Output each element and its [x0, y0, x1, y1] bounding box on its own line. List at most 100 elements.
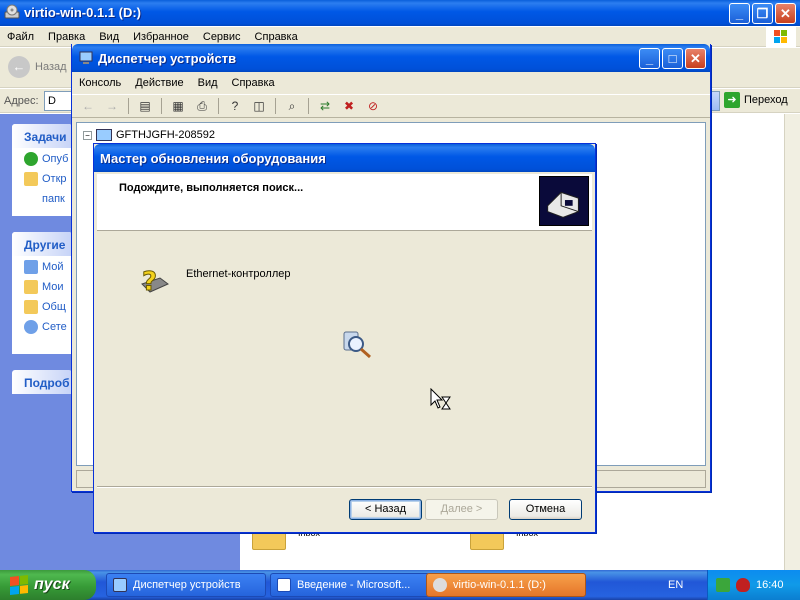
collapse-toggle-icon[interactable]: −: [83, 130, 92, 140]
back-label: Назад: [35, 61, 67, 73]
explorer-title: virtio-win-0.1.1 (D:): [24, 5, 142, 20]
wizard-header: Подождите, выполняется поиск...: [97, 174, 592, 231]
taskbar-device-manager[interactable]: Диспетчер устройств: [106, 573, 266, 597]
task-item-my-documents[interactable]: Мои: [12, 276, 72, 296]
menu-edit[interactable]: Правка: [41, 31, 92, 43]
menu-help[interactable]: Справка: [225, 77, 282, 89]
task-group-title[interactable]: Задачи: [12, 124, 72, 148]
menu-favorites[interactable]: Избранное: [126, 31, 196, 43]
task-item-publish[interactable]: Опуб: [12, 148, 72, 168]
wizard-cancel-button[interactable]: Отмена: [509, 499, 582, 520]
device-manager-icon: [113, 578, 127, 592]
wizard-divider: [97, 486, 592, 488]
minimize-button[interactable]: _: [729, 3, 750, 24]
taskbar-browser[interactable]: Введение - Microsoft...: [270, 573, 430, 597]
taskbar: пуск Диспетчер устройств Введение - Micr…: [0, 570, 800, 600]
document-icon: [277, 578, 291, 592]
task-group-title[interactable]: Другие: [12, 232, 72, 256]
devmgr-toolbar: ← → ▤ ▦ ⎙ ? ◫ ⌕ ⇄ ✖ ⊘: [72, 94, 710, 118]
maximize-button[interactable]: ❐: [752, 3, 773, 24]
devmgr-titlebar[interactable]: Диспетчер устройств _ □ ✕: [72, 44, 710, 72]
task-item-network[interactable]: Сете: [12, 316, 72, 336]
back-button[interactable]: ← Назад: [8, 56, 67, 78]
toolbar-separator: [308, 98, 309, 114]
toolbar-separator: [275, 98, 276, 114]
address-label: Адрес:: [4, 95, 39, 107]
tree-root-item[interactable]: − GFTHJGFH-208592: [83, 129, 215, 141]
network-tray-icon[interactable]: [716, 578, 730, 592]
uninstall-device-icon[interactable]: ⊘: [363, 97, 383, 115]
hardware-wizard-logo-icon: [539, 176, 589, 226]
disable-device-icon[interactable]: ✖: [339, 97, 359, 115]
print-icon[interactable]: ⎙: [192, 97, 212, 115]
go-label: Переход: [744, 94, 788, 106]
network-icon: [24, 320, 38, 334]
task-group-title[interactable]: Подроб: [12, 370, 72, 394]
address-input[interactable]: D: [44, 91, 74, 111]
toolbar-separator: [128, 98, 129, 114]
back-arrow-icon: ←: [8, 56, 30, 78]
menu-console[interactable]: Консоль: [72, 77, 128, 89]
unknown-device-icon: ?: [141, 267, 169, 298]
scan-hardware-icon[interactable]: ⌕: [282, 97, 302, 115]
windows-logo-icon: [766, 27, 796, 47]
language-indicator[interactable]: EN: [668, 579, 683, 591]
hardware-update-wizard: Мастер обновления оборудования Подождите…: [93, 143, 596, 533]
documents-icon: [24, 280, 38, 294]
explorer-titlebar[interactable]: virtio-win-0.1.1 (D:) _ ❐ ✕: [0, 0, 800, 26]
start-button[interactable]: пуск: [0, 570, 96, 600]
back-arrow-icon[interactable]: ←: [78, 97, 98, 115]
globe-icon: [24, 152, 38, 166]
wizard-next-button[interactable]: Далее >: [425, 499, 498, 520]
cd-drive-icon: [433, 578, 447, 592]
toolbar-separator: [218, 98, 219, 114]
taskbar-explorer[interactable]: virtio-win-0.1.1 (D:): [426, 573, 586, 597]
wizard-title: Мастер обновления оборудования: [100, 151, 326, 166]
forward-arrow-icon[interactable]: →: [102, 97, 122, 115]
task-item-shared[interactable]: Общ: [12, 296, 72, 316]
update-driver-icon[interactable]: ⇄: [315, 97, 335, 115]
toolbar-separator: [161, 98, 162, 114]
menu-file[interactable]: Файл: [0, 31, 41, 43]
task-item-share-cont[interactable]: папк: [12, 188, 72, 208]
task-item-my-computer[interactable]: Мой: [12, 256, 72, 276]
folder-share-icon: [24, 172, 38, 186]
svg-text:?: ?: [142, 267, 157, 297]
minimize-button[interactable]: _: [639, 48, 660, 69]
device-manager-icon: [79, 51, 93, 64]
help-icon[interactable]: ?: [225, 97, 245, 115]
security-shield-icon[interactable]: [736, 578, 750, 592]
shared-folder-icon: [24, 300, 38, 314]
menu-help[interactable]: Справка: [248, 31, 305, 43]
computer-icon: [96, 129, 112, 141]
address-value: D: [48, 95, 56, 107]
start-label: пуск: [34, 576, 70, 593]
device-name: Ethernet-контроллер: [186, 268, 291, 280]
menu-tools[interactable]: Сервис: [196, 31, 248, 43]
menu-view[interactable]: Вид: [191, 77, 225, 89]
devmgr-title: Диспетчер устройств: [98, 51, 237, 66]
task-group-details: Подроб: [12, 370, 72, 394]
hourglass-cursor-icon: [430, 388, 451, 410]
wizard-back-button[interactable]: < Назад: [349, 499, 422, 520]
show-hide-tree-icon[interactable]: ▤: [135, 97, 155, 115]
maximize-button[interactable]: □: [662, 48, 683, 69]
wizard-titlebar[interactable]: Мастер обновления оборудования: [94, 144, 595, 172]
task-group-tasks: Задачи Опуб Откр папк: [12, 124, 72, 216]
close-button[interactable]: ✕: [685, 48, 706, 69]
clock[interactable]: 16:40: [756, 579, 784, 591]
devmgr-menubar: Консоль Действие Вид Справка: [72, 73, 710, 93]
properties-icon[interactable]: ▦: [168, 97, 188, 115]
go-arrow-icon: ➜: [724, 92, 740, 108]
menu-view[interactable]: Вид: [92, 31, 126, 43]
menu-action[interactable]: Действие: [128, 77, 190, 89]
close-button[interactable]: ✕: [775, 3, 796, 24]
vertical-scrollbar[interactable]: [784, 114, 800, 570]
go-button[interactable]: ➜ Переход: [724, 92, 788, 108]
search-magnifier-icon: [343, 331, 371, 359]
show-pane-icon[interactable]: ◫: [249, 97, 269, 115]
cd-drive-icon: [4, 4, 20, 19]
wizard-header-title: Подождите, выполняется поиск...: [119, 182, 304, 194]
task-item-share[interactable]: Откр: [12, 168, 72, 188]
system-tray: 16:40: [707, 570, 800, 600]
